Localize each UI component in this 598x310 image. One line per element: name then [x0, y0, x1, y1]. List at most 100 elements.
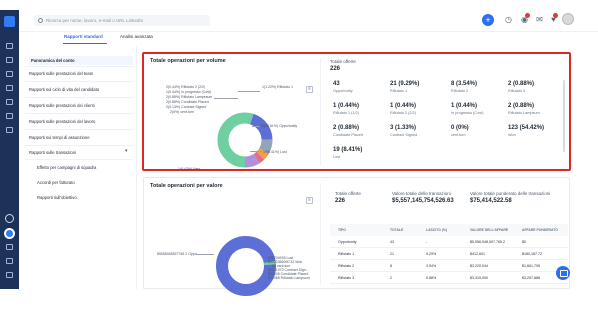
- active-tab-indicator: [63, 43, 107, 44]
- stat-rifiutato-2: 8 (3.54%) Rifiutato 2: [451, 81, 478, 93]
- stat-lost: 19 (8.41%) Lost: [333, 147, 363, 159]
- volume-card-title: Totale operazioni per volume: [150, 58, 226, 64]
- donut-label: $73068 Rifiutato Lampsum: [268, 276, 310, 280]
- sidebar-item-client-performance[interactable]: Rapporti sulle prestazioni dei clienti: [29, 103, 133, 108]
- leader-line: [250, 151, 262, 152]
- inbox-icon[interactable]: [6, 113, 13, 119]
- nav-rail: [0, 10, 19, 289]
- help-icon[interactable]: [6, 272, 13, 278]
- donut-label: 2(0%) cent.tum: [170, 110, 194, 114]
- column-header-total[interactable]: TOTALE: [390, 228, 403, 232]
- total-value-value: $5,557,145,754,526.63: [392, 198, 454, 204]
- column-header-weighted[interactable]: AFFARE PONDERATO: [522, 228, 558, 232]
- search-placeholder: Ricerca per nome, lavoro, e-mail o URL L…: [46, 18, 144, 23]
- app-logo[interactable]: [4, 16, 15, 27]
- total-deals-label: Totale offerte: [335, 191, 361, 196]
- sidebar-item-goals[interactable]: Rapporti sull'obiettivo: [37, 195, 141, 200]
- table-header: TIPO TOTALE LASCITO (%) VALORE DELL'AFFA…: [330, 224, 568, 236]
- sidebar-item-candidate-lifecycle[interactable]: Rapporti sul ciclo di vita del candidato: [29, 87, 133, 92]
- jobs-icon[interactable]: [6, 43, 13, 49]
- card-divider: [320, 183, 321, 285]
- sidebar-item-team-campaigns[interactable]: Effetto per campagni di squadra: [37, 165, 141, 170]
- list-icon[interactable]: [6, 258, 13, 264]
- total-deals-value: 226: [335, 198, 346, 204]
- add-button[interactable]: +: [482, 14, 494, 26]
- total-deals-label: Totale offerte: [330, 59, 356, 64]
- stat-opportunity: 43 Opportunity: [333, 81, 353, 93]
- expand-icon[interactable]: ≡: [306, 86, 313, 93]
- stat-in-progress: 1 (0.44%) In progresso (Cost): [451, 103, 484, 115]
- value-card-title: Totale operazioni per valore: [150, 183, 223, 189]
- stat-cent-tum: 0 (0%) cent.tum: [451, 125, 469, 137]
- stat-rifiutato-3: 2 (0.88%) Rifiutato 3: [508, 81, 535, 93]
- stat-won: 123 (54.42%) Won: [508, 125, 545, 137]
- sidebar-item-time-to-hire[interactable]: Rapporti sui tempi di assunzione: [29, 135, 133, 140]
- table-row[interactable]: Rifiutato 2 8 3.54% $3,220,044 $1,661,795: [330, 260, 568, 272]
- sidebar-item-agreements-revenue[interactable]: Accordi per fatturato: [37, 180, 141, 185]
- weighted-value-value: $75,414,522.58: [470, 198, 512, 204]
- stat-candidate-placed: 2 (0.88%) Condidate Placed: [333, 125, 363, 137]
- divider: [25, 81, 133, 82]
- leader-line: [238, 91, 260, 92]
- sidebar-item-transactions[interactable]: Rapporti sulle transazioni: [29, 150, 133, 155]
- leader-line: [214, 98, 238, 99]
- leader-line: [196, 254, 214, 255]
- tab-standard-reports[interactable]: Rapporti standard: [64, 34, 103, 39]
- total-value-label: Valore totale delle transazioni: [392, 191, 451, 196]
- reports-icon[interactable]: [4, 228, 15, 239]
- donut-label: 2(0.88%) Rifiutato Lampesum: [166, 95, 213, 99]
- volume-donut-chart: [217, 112, 273, 168]
- sidebar-item-account-overview[interactable]: Panoramica del conto: [29, 56, 133, 65]
- column-header-deal-value[interactable]: VALORE DELL'AFFARE: [470, 228, 508, 232]
- table-row[interactable]: Rifiutato 1 21 9.29% $412,601 $180,187.72: [330, 248, 568, 260]
- divider: [25, 145, 133, 146]
- donut-label: 1(1.22%) Rifiutato 1: [262, 85, 293, 89]
- card-divider: [320, 58, 321, 166]
- column-header-share[interactable]: LASCITO (%): [426, 228, 447, 232]
- donut-label: 2(0.13%) Contract Signed: [166, 105, 207, 109]
- search-input[interactable]: Ricerca per nome, lavoro, e-mail o URL L…: [34, 15, 210, 26]
- table-row[interactable]: Opportunity 43- $5,556,948,597,765.2 $0: [330, 236, 568, 248]
- search-icon: [38, 18, 43, 23]
- candidates-icon[interactable]: [6, 57, 13, 63]
- weighted-value-label: Valore totale ponderato delle transazion…: [470, 191, 551, 196]
- leader-line: [252, 126, 260, 127]
- donut-label: 43(18.81%) Opportunity: [260, 124, 298, 128]
- stat-rifiutato-lampsum: 2 (0.88%) Rifiutato Lampsum: [508, 103, 540, 115]
- app-window: Ricerca per nome, lavoro, e-mail o URL L…: [0, 0, 598, 310]
- donut-label: 1(0.44%) In progresso (Cost): [166, 90, 212, 94]
- messages-icon[interactable]: ✉: [535, 15, 544, 24]
- table-row[interactable]: Rifiutato 3 2 0.88% $3,319,000 $3,257,888: [330, 272, 568, 284]
- divider: [25, 97, 133, 98]
- tab-advanced-analysis[interactable]: Analisi avanzata: [120, 34, 153, 39]
- stat-rifiutato-1-half: 1 (0.44%) Rifiutato 1 (1/2): [333, 103, 360, 115]
- documents-icon[interactable]: [6, 244, 13, 250]
- stat-rifiutato-2-half: 1 (0.44%) Rifiutato 2 (2/2): [390, 103, 417, 115]
- contacts-icon[interactable]: [6, 71, 13, 77]
- stat-contract-signed: 3 (1.33%) Contract Signed: [390, 125, 418, 137]
- companies-icon[interactable]: [6, 85, 13, 91]
- stat-rifiutato-1: 21 (9.29%) Rifiutato 1: [390, 81, 420, 93]
- updates-badge: [553, 13, 558, 18]
- divider: [25, 66, 133, 67]
- chevron-down-icon[interactable]: ▾: [125, 148, 128, 154]
- chat-button[interactable]: [556, 266, 570, 280]
- donut-label: 1(5.42%) New: [178, 167, 201, 171]
- sidebar-item-job-performance[interactable]: Rapporti sulle prestazioni del lavoro: [29, 119, 133, 124]
- donut-label: 2(0.44%) Rifiutato 2 (2/2): [166, 85, 206, 89]
- clock-icon[interactable]: ◷: [504, 15, 513, 24]
- column-header-type[interactable]: TIPO: [338, 228, 346, 232]
- avatar[interactable]: [562, 13, 574, 25]
- divider: [25, 159, 133, 160]
- notification-badge: [525, 13, 530, 18]
- stats-scrollbar[interactable]: [563, 80, 565, 152]
- expand-icon[interactable]: ≡: [306, 197, 313, 204]
- calendar-icon[interactable]: [6, 99, 13, 105]
- settings-icon[interactable]: [5, 214, 14, 223]
- divider: [25, 113, 133, 114]
- donut-label: 19(8.41%) Lost: [263, 150, 287, 154]
- divider: [25, 129, 133, 130]
- sidebar-item-team-performance[interactable]: Rapporti sulle prestazioni del team: [29, 71, 133, 76]
- report-tabs: Rapporti standard Analisi avanzata: [19, 32, 598, 44]
- deals-icon[interactable]: [6, 127, 13, 133]
